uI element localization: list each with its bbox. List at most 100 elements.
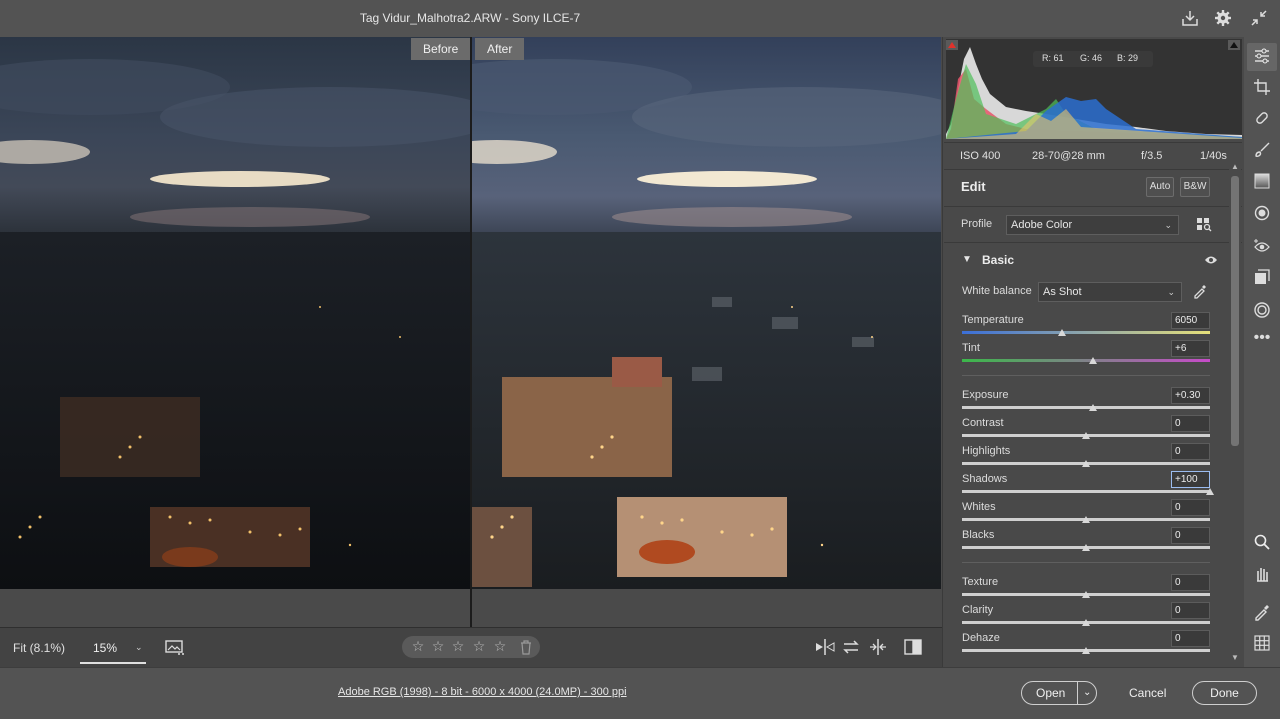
split-view-icon[interactable] <box>904 638 922 656</box>
whites-value[interactable]: 0 <box>1171 499 1210 516</box>
swap-icon[interactable] <box>842 638 860 656</box>
temperature-label: Temperature <box>962 314 1024 326</box>
zoom-select[interactable]: 15% ⌄ <box>80 632 146 664</box>
r-value: R: 61 <box>1042 53 1064 63</box>
tint-value[interactable]: +6 <box>1171 340 1210 357</box>
iso-value: ISO 400 <box>960 150 1001 162</box>
clarity-slider-thumb[interactable] <box>1082 619 1090 626</box>
shadows-slider-thumb[interactable] <box>1206 488 1214 495</box>
highlights-value[interactable]: 0 <box>1171 443 1210 460</box>
fit-zoom-button[interactable]: Fit (8.1%) <box>13 641 65 655</box>
crop-icon[interactable] <box>1252 78 1272 98</box>
contrast-label: Contrast <box>962 417 1004 429</box>
blacks-value[interactable]: 0 <box>1171 527 1210 544</box>
edit-title: Edit <box>961 179 986 194</box>
snapshots-icon[interactable] <box>1252 269 1272 289</box>
zoom-icon[interactable] <box>1252 533 1272 553</box>
shadows-label: Shadows <box>962 473 1008 485</box>
image-view-icon[interactable] <box>165 639 187 657</box>
save-icon[interactable] <box>1180 9 1200 29</box>
temperature-value[interactable]: 6050 <box>1171 312 1210 329</box>
presets-icon[interactable] <box>1252 301 1272 321</box>
collapse-icon[interactable] <box>1249 9 1269 29</box>
blacks-slider-thumb[interactable] <box>1082 544 1090 551</box>
profile-dropdown[interactable]: Adobe Color ⌄ <box>1006 215 1179 235</box>
scroll-down-icon[interactable]: ▼ <box>1231 653 1239 662</box>
white-balance-label: White balance <box>962 285 1032 297</box>
after-label: After <box>475 38 525 60</box>
trash-icon[interactable] <box>519 639 533 655</box>
done-button[interactable]: Done <box>1192 681 1257 705</box>
after-image[interactable] <box>472 37 941 589</box>
highlight-clipping-warning-icon[interactable] <box>1228 40 1240 50</box>
chevron-down-icon[interactable]: ⌄ <box>1083 682 1091 704</box>
sliders-icon[interactable] <box>1252 47 1272 67</box>
tint-slider-thumb[interactable] <box>1089 357 1098 364</box>
zoom-value: 15% <box>93 641 118 655</box>
brush-icon[interactable] <box>1252 141 1272 161</box>
contrast-slider-thumb[interactable] <box>1082 432 1090 439</box>
tint-label: Tint <box>962 342 980 354</box>
more-icon[interactable]: ••• <box>1252 328 1272 348</box>
divider <box>944 242 1242 243</box>
star-icon[interactable]: ☆ <box>430 638 446 655</box>
gear-icon[interactable] <box>1213 9 1233 29</box>
linear-gradient-icon[interactable] <box>1252 173 1272 193</box>
aperture-value: f/3.5 <box>1141 150 1163 162</box>
hand-icon[interactable] <box>1252 565 1272 585</box>
divider <box>944 206 1242 207</box>
profile-label: Profile <box>961 218 993 230</box>
shadows-value[interactable]: +100 <box>1171 471 1210 488</box>
color-sampler-icon[interactable] <box>1252 603 1272 623</box>
lens-value: 28-70@28 mm <box>1032 150 1105 162</box>
workflow-options-link[interactable]: Adobe RGB (1998) - 8 bit - 6000 x 4000 (… <box>338 686 627 698</box>
exposure-slider-thumb[interactable] <box>1089 404 1098 411</box>
temperature-slider-thumb[interactable] <box>1058 329 1067 336</box>
open-button[interactable]: Open <box>1036 682 1065 704</box>
bw-button[interactable]: B&W <box>1180 177 1210 197</box>
tint-slider[interactable] <box>962 359 1210 362</box>
auto-button[interactable]: Auto <box>1146 177 1174 197</box>
shadow-clipping-warning-icon[interactable] <box>946 40 958 50</box>
chevron-down-icon[interactable]: ▼ <box>962 254 972 265</box>
before-image[interactable] <box>0 37 470 589</box>
star-icon[interactable]: ☆ <box>450 638 466 655</box>
healing-icon[interactable] <box>1252 109 1272 129</box>
shadows-slider[interactable] <box>962 490 1210 493</box>
before-after-toggle-icon[interactable] <box>815 638 835 656</box>
chevron-down-icon: ⌄ <box>1164 220 1172 230</box>
temperature-slider[interactable] <box>962 331 1210 334</box>
exposure-slider[interactable] <box>962 406 1210 409</box>
texture-slider-thumb[interactable] <box>1082 591 1090 598</box>
star-icon[interactable]: ☆ <box>471 638 487 655</box>
profile-browser-icon[interactable] <box>1196 216 1212 232</box>
section-basic-title[interactable]: Basic <box>982 253 1014 267</box>
highlights-slider-thumb[interactable] <box>1082 460 1090 467</box>
star-icon[interactable]: ☆ <box>492 638 508 655</box>
contrast-value[interactable]: 0 <box>1171 415 1210 432</box>
white-balance-dropdown[interactable]: As Shot ⌄ <box>1038 282 1182 302</box>
scrollbar-thumb[interactable] <box>1231 176 1239 446</box>
chevron-down-icon: ⌄ <box>1167 287 1175 297</box>
clarity-value[interactable]: 0 <box>1171 602 1210 619</box>
whites-slider-thumb[interactable] <box>1082 516 1090 523</box>
dehaze-slider-thumb[interactable] <box>1082 647 1090 654</box>
chevron-down-icon: ⌄ <box>135 642 143 652</box>
shutter-value: 1/40s <box>1200 150 1227 162</box>
texture-label: Texture <box>962 576 999 588</box>
before-label: Before <box>411 38 471 60</box>
eyedropper-icon[interactable] <box>1192 283 1208 299</box>
exposure-value[interactable]: +0.30 <box>1171 387 1210 404</box>
scroll-up-icon[interactable]: ▲ <box>1231 162 1239 171</box>
window-title: Tag Vidur_Malhotra2.ARW - Sony ILCE-7 <box>359 11 581 25</box>
before-after-divider[interactable] <box>470 37 472 627</box>
grid-icon[interactable] <box>1252 635 1272 655</box>
texture-value[interactable]: 0 <box>1171 574 1210 591</box>
dehaze-value[interactable]: 0 <box>1171 630 1210 647</box>
star-icon[interactable]: ☆ <box>410 638 426 655</box>
red-eye-icon[interactable] <box>1252 237 1272 257</box>
eye-icon[interactable] <box>1204 255 1218 265</box>
cancel-button[interactable]: Cancel <box>1129 686 1166 700</box>
copy-settings-icon[interactable] <box>869 638 887 656</box>
radial-gradient-icon[interactable] <box>1252 205 1272 225</box>
